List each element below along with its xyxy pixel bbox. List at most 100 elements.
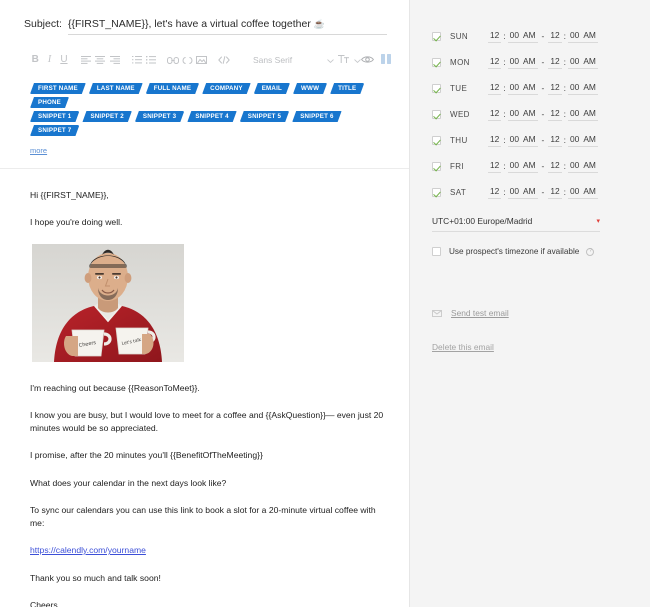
font-family-select[interactable]: Sans Serif xyxy=(253,55,334,65)
merge-tag[interactable]: SNIPPET 3 xyxy=(135,111,184,122)
link-icon[interactable] xyxy=(166,52,180,68)
start-minute-mon[interactable]: 00 xyxy=(507,56,521,69)
start-period-sun[interactable]: AM xyxy=(520,30,538,43)
start-minute-tue[interactable]: 00 xyxy=(507,82,521,95)
bullet-list-icon[interactable] xyxy=(144,52,158,68)
end-period-sun[interactable]: AM xyxy=(581,30,598,43)
italic-icon[interactable]: I xyxy=(42,52,56,68)
more-merge-tags-link[interactable]: more xyxy=(30,146,47,155)
end-hour-fri[interactable]: 12 xyxy=(548,160,562,173)
underline-icon[interactable]: U xyxy=(57,52,71,68)
start-hour-wed[interactable]: 12 xyxy=(488,108,502,121)
prospect-timezone-option[interactable]: Use prospect's timezone if available ? xyxy=(432,247,630,256)
calendly-link[interactable]: https://calendly.com/yourname xyxy=(30,545,146,555)
end-minute-thu[interactable]: 00 xyxy=(568,134,582,147)
end-period-mon[interactable]: AM xyxy=(581,56,598,69)
start-period-thu[interactable]: AM xyxy=(520,134,538,147)
merge-tag[interactable]: WWW xyxy=(293,83,327,94)
start-minute-sat[interactable]: 00 xyxy=(507,186,521,199)
font-size-select[interactable] xyxy=(338,55,361,65)
body-line-6: To sync our calendars you can use this l… xyxy=(30,505,376,528)
subject-row: Subject: {{FIRST_NAME}}, let's have a vi… xyxy=(0,0,409,35)
end-period-sat[interactable]: AM xyxy=(581,186,598,199)
delete-email-link[interactable]: Delete this email xyxy=(432,342,494,352)
align-left-icon[interactable] xyxy=(79,52,93,68)
merge-tag[interactable]: SNIPPET 1 xyxy=(30,111,79,122)
code-icon[interactable] xyxy=(217,52,231,68)
start-period-wed[interactable]: AM xyxy=(520,108,538,121)
start-minute-wed[interactable]: 00 xyxy=(507,108,521,121)
unlink-icon[interactable] xyxy=(180,52,194,68)
range-dash: - xyxy=(541,30,545,41)
send-test-email-link[interactable]: Send test email xyxy=(451,308,509,318)
start-hour-tue[interactable]: 12 xyxy=(488,82,502,95)
end-hour-sun[interactable]: 12 xyxy=(548,30,562,43)
end-hour-sat[interactable]: 12 xyxy=(548,186,562,199)
prospect-timezone-checkbox[interactable] xyxy=(432,247,441,256)
end-period-thu[interactable]: AM xyxy=(581,134,598,147)
start-period-mon[interactable]: AM xyxy=(520,56,538,69)
day-checkbox-sat[interactable] xyxy=(432,188,441,197)
day-checkbox-tue[interactable] xyxy=(432,84,441,93)
body-line-5: What does your calendar in the next days… xyxy=(30,477,227,488)
start-period-tue[interactable]: AM xyxy=(520,82,538,95)
email-body[interactable]: Hi {{FIRST_NAME}}, I hope you're doing w… xyxy=(0,169,409,607)
day-checkbox-wed[interactable] xyxy=(432,110,441,119)
start-hour-mon[interactable]: 12 xyxy=(488,56,502,69)
preview-eye-icon[interactable] xyxy=(361,51,375,69)
merge-tag[interactable]: TITLE xyxy=(330,83,364,94)
merge-tag[interactable]: SNIPPET 4 xyxy=(187,111,236,122)
end-minute-sun[interactable]: 00 xyxy=(568,30,582,43)
start-period-fri[interactable]: AM xyxy=(520,160,538,173)
schedule-row-tue: TUE 12 : 00 AM - 12 : 00 AM xyxy=(432,82,630,95)
end-hour-wed[interactable]: 12 xyxy=(548,108,562,121)
day-checkbox-mon[interactable] xyxy=(432,58,441,67)
end-minute-fri[interactable]: 00 xyxy=(568,160,582,173)
ordered-list-icon[interactable] xyxy=(129,52,143,68)
merge-tag-panel: FIRST NAME LAST NAME FULL NAME COMPANY E… xyxy=(0,79,409,169)
merge-tag[interactable]: FIRST NAME xyxy=(30,83,86,94)
timezone-select[interactable]: UTC+01:00 Europe/Madrid ▾ xyxy=(432,216,600,232)
merge-tag[interactable]: FULL NAME xyxy=(146,83,199,94)
body-line-7: Thank you so much and talk soon! xyxy=(30,572,161,583)
merge-tag[interactable]: SNIPPET 5 xyxy=(240,111,289,122)
start-hour-fri[interactable]: 12 xyxy=(488,160,502,173)
merge-tag[interactable]: SNIPPET 6 xyxy=(292,111,341,122)
bold-icon[interactable]: B xyxy=(28,52,42,68)
start-hour-sat[interactable]: 12 xyxy=(488,186,502,199)
align-right-icon[interactable] xyxy=(107,52,121,68)
day-checkbox-thu[interactable] xyxy=(432,136,441,145)
start-hour-thu[interactable]: 12 xyxy=(488,134,502,147)
image-icon[interactable] xyxy=(195,52,209,68)
time-range-sun: 12 : 00 AM - 12 : 00 AM xyxy=(488,30,598,43)
end-hour-mon[interactable]: 12 xyxy=(548,56,562,69)
day-checkbox-fri[interactable] xyxy=(432,162,441,171)
info-icon[interactable]: ? xyxy=(586,247,595,256)
end-minute-sat[interactable]: 00 xyxy=(568,186,582,199)
merge-tag[interactable]: SNIPPET 7 xyxy=(30,125,79,136)
end-minute-wed[interactable]: 00 xyxy=(568,108,582,121)
merge-tag[interactable]: COMPANY xyxy=(202,83,251,94)
end-minute-mon[interactable]: 00 xyxy=(568,56,582,69)
start-hour-sun[interactable]: 12 xyxy=(488,30,502,43)
start-minute-thu[interactable]: 00 xyxy=(507,134,521,147)
end-hour-thu[interactable]: 12 xyxy=(548,134,562,147)
merge-tag[interactable]: PHONE xyxy=(30,97,69,108)
merge-tag[interactable]: EMAIL xyxy=(254,83,290,94)
end-period-wed[interactable]: AM xyxy=(581,108,598,121)
align-center-icon[interactable] xyxy=(93,52,107,68)
start-minute-fri[interactable]: 00 xyxy=(507,160,521,173)
merge-tag[interactable]: LAST NAME xyxy=(89,83,143,94)
send-test-email-action[interactable]: Send test email xyxy=(432,308,630,318)
end-period-tue[interactable]: AM xyxy=(581,82,598,95)
end-minute-tue[interactable]: 00 xyxy=(568,82,582,95)
day-checkbox-sun[interactable] xyxy=(432,32,441,41)
subject-input[interactable]: {{FIRST_NAME}}, let's have a virtual cof… xyxy=(67,18,387,35)
end-hour-tue[interactable]: 12 xyxy=(548,82,562,95)
schedule-row-mon: MON 12 : 00 AM - 12 : 00 AM xyxy=(432,56,630,69)
start-period-sat[interactable]: AM xyxy=(520,186,538,199)
merge-tag[interactable]: SNIPPET 2 xyxy=(82,111,131,122)
start-minute-sun[interactable]: 00 xyxy=(507,30,521,43)
end-period-fri[interactable]: AM xyxy=(581,160,598,173)
expand-icon[interactable] xyxy=(381,51,392,69)
